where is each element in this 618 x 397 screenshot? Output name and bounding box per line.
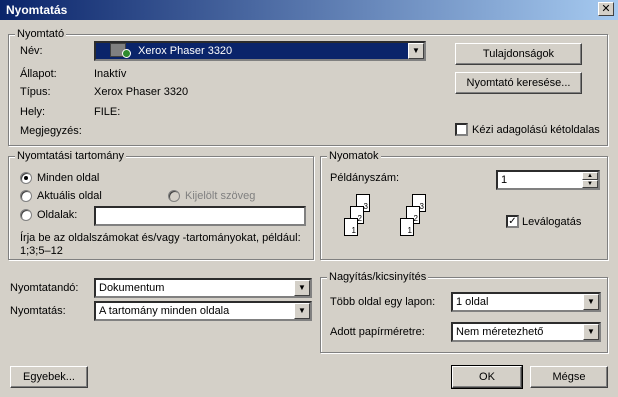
scale-label: Adott papírméretre: (330, 326, 425, 338)
copies-count-label: Példányszám: (330, 172, 400, 184)
manual-duplex-checkbox[interactable] (455, 123, 468, 136)
collate-checkbox[interactable]: ✓ (506, 215, 519, 228)
print-what-value: Dokumentum (99, 282, 165, 294)
print-dropdown[interactable]: A tartomány minden oldala ▼ (94, 301, 312, 321)
properties-button[interactable]: Tulajdonságok (455, 43, 582, 65)
find-printer-button[interactable]: Nyomtató keresése... (455, 72, 582, 94)
printer-name-label: Név: (20, 45, 43, 57)
pages-per-sheet-value: 1 oldal (456, 296, 489, 308)
print-what-dropdown[interactable]: Dokumentum ▼ (94, 278, 312, 298)
selection-radio (168, 190, 180, 202)
chevron-down-icon[interactable]: ▼ (583, 294, 599, 310)
ok-button[interactable]: OK (451, 365, 523, 389)
all-pages-label: Minden oldal (37, 172, 100, 184)
cancel-button[interactable]: Mégse (530, 366, 608, 388)
default-check-icon (122, 49, 131, 58)
chevron-down-icon[interactable]: ▼ (294, 280, 310, 296)
page-range-group-label: Nyomtatási tartomány (15, 150, 126, 162)
page-range-hint: Írja be az oldalszámokat és/vagy -tartom… (20, 232, 301, 257)
chevron-down-icon[interactable]: ▼ (294, 303, 310, 319)
window-title: Nyomtatás (6, 3, 68, 17)
options-button[interactable]: Egyebek... (10, 366, 88, 388)
chevron-down-icon[interactable]: ▼ (583, 324, 599, 340)
printer-status-label: Állapot: (20, 68, 57, 80)
zoom-group-label: Nagyítás/kicsinyítés (327, 271, 429, 283)
current-page-label: Aktuális oldal (37, 190, 102, 202)
chevron-down-icon[interactable]: ▼ (408, 43, 424, 59)
collate-page-icon: 1 (400, 218, 414, 236)
pages-label: Oldalak: (37, 209, 78, 221)
printer-type-value: Xerox Phaser 3320 (94, 86, 189, 98)
chevron-up-icon[interactable]: ▲ (582, 172, 598, 180)
pages-radio[interactable] (20, 209, 32, 221)
printer-name-dropdown[interactable]: Xerox Phaser 3320 ▼ (94, 41, 426, 61)
manual-duplex-label: Kézi adagolású kétoldalas (472, 124, 600, 136)
collate-page-icon: 1 (344, 218, 358, 236)
current-page-radio[interactable] (20, 190, 32, 202)
printer-name-value: Xerox Phaser 3320 (138, 45, 233, 57)
printer-type-label: Típus: (20, 86, 51, 98)
pages-per-sheet-dropdown[interactable]: 1 oldal ▼ (451, 292, 601, 312)
all-pages-radio[interactable] (20, 172, 32, 184)
printer-group-label: Nyomtató (15, 28, 67, 40)
printer-where-label: Hely: (20, 106, 46, 118)
close-button[interactable]: ✕ (598, 2, 614, 16)
pages-input[interactable] (94, 206, 306, 226)
copies-spinner[interactable]: ▲ ▼ (582, 172, 598, 188)
copies-group-label: Nyomatok (327, 150, 381, 162)
pages-per-sheet-label: Több oldal egy lapon: (330, 296, 436, 308)
selection-label: Kijelölt szöveg (185, 190, 256, 202)
collate-label: Leválogatás (522, 216, 582, 228)
scale-value: Nem méretezhető (456, 326, 544, 338)
printer-where-value: FILE: (94, 106, 121, 118)
title-bar: Nyomtatás ✕ (0, 0, 618, 20)
copies-count-value: 1 (501, 174, 508, 186)
printer-comment-label: Megjegyzés: (20, 125, 82, 137)
copies-count-input[interactable]: 1 ▲ ▼ (496, 170, 600, 190)
print-label: Nyomtatás: (10, 305, 66, 317)
chevron-down-icon[interactable]: ▼ (582, 180, 598, 188)
print-what-label: Nyomtatandó: (10, 282, 79, 294)
scale-dropdown[interactable]: Nem méretezhető ▼ (451, 322, 601, 342)
printer-status-value: Inaktív (94, 68, 127, 80)
print-value: A tartomány minden oldala (99, 305, 230, 317)
